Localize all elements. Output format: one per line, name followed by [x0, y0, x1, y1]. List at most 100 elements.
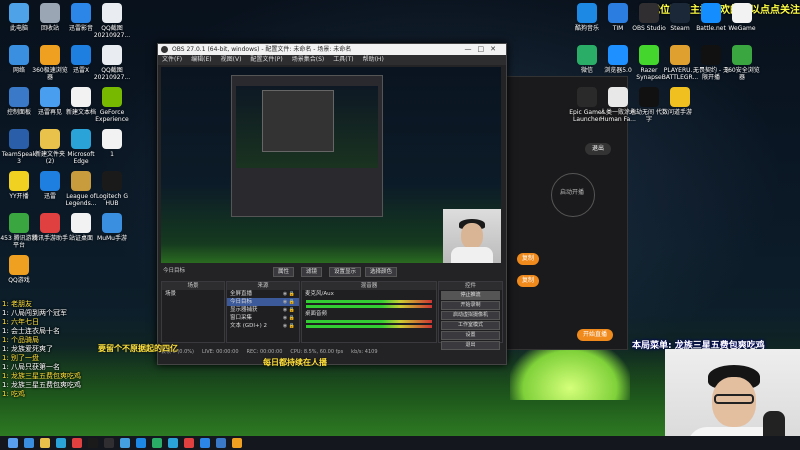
properties-button[interactable]: 属性 — [273, 267, 295, 277]
chat-message: 1: 龙族三星五费包爽吃鸡 — [2, 372, 82, 380]
taskbar-app-icon[interactable] — [72, 438, 82, 448]
taskbar-app-icon[interactable] — [56, 438, 66, 448]
copy-button-2[interactable]: 复制 — [517, 275, 539, 287]
taskbar-app-icon[interactable] — [184, 438, 194, 448]
copy-button-1[interactable]: 复制 — [517, 253, 539, 265]
desktop-icon[interactable]: 1 — [93, 129, 131, 158]
app-icon — [577, 45, 597, 65]
app-icon — [40, 129, 60, 149]
taskbar-app-icon[interactable] — [136, 438, 146, 448]
app-icon — [71, 129, 91, 149]
obs-logo-icon — [161, 46, 168, 53]
app-icon — [9, 129, 29, 149]
app-icon — [608, 3, 628, 23]
desktop-icon[interactable]: GeForce Experience — [93, 87, 131, 123]
cam-shirt — [451, 247, 493, 263]
menu-item[interactable]: 帮助(H) — [363, 55, 384, 65]
filters-button[interactable]: 滤镜 — [301, 267, 323, 277]
visibility-icon[interactable]: ◉ 🔒 — [283, 322, 295, 330]
mixer-meter — [306, 305, 432, 308]
menu-item[interactable]: 视图(V) — [221, 55, 242, 65]
desktop-icon[interactable]: MuMu手游 — [93, 213, 131, 242]
taskbar-app-icon[interactable] — [24, 438, 34, 448]
desktop-icon-label: GeForce Experience — [95, 109, 129, 123]
app-icon — [639, 87, 659, 107]
taskbar-app-icon[interactable] — [168, 438, 178, 448]
desktop-icon[interactable]: QQ截图20210927... — [93, 3, 131, 39]
app-icon — [9, 255, 29, 275]
taskbar-app-icon[interactable] — [120, 438, 130, 448]
taskbar-app-icon[interactable] — [216, 438, 226, 448]
source-item[interactable]: 全屏直播 ◉ 🔒 — [227, 290, 299, 298]
app-icon — [71, 213, 91, 233]
menu-item[interactable]: 编辑(E) — [191, 55, 211, 65]
chat-message: 1: 八局只获第一名 — [2, 363, 61, 371]
app-icon — [40, 213, 60, 233]
chat-message: 1: 六年七日 — [2, 318, 40, 326]
mixer-track-name: 麦克风/Aux — [305, 291, 334, 297]
app-icon — [670, 3, 690, 23]
source-label: 窗口采集 — [230, 315, 253, 321]
visibility-icon[interactable]: ◉ 🔒 — [283, 314, 295, 322]
app-icon — [71, 171, 91, 191]
menu-item[interactable]: 文件(F) — [162, 55, 182, 65]
app-icon — [102, 213, 122, 233]
menu-item[interactable]: 场景集合(S) — [292, 55, 325, 65]
control-button[interactable]: 设置 — [441, 331, 500, 340]
webcam-glasses — [714, 394, 754, 404]
desktop-icon[interactable]: Logitech G HUB — [93, 171, 131, 207]
app-icon — [102, 171, 122, 191]
source-item[interactable]: 文本 (GDI+) 2 ◉ 🔒 — [227, 322, 299, 330]
app-icon — [670, 45, 690, 65]
app-icon — [102, 3, 122, 23]
obs-title-bar: OBS 27.0.1 (64-bit, windows) - 配置文件: 未命名… — [158, 44, 506, 55]
taskbar-app-icon[interactable] — [104, 438, 114, 448]
control-button[interactable]: 工作室模式 — [441, 321, 500, 330]
status-item: kb/s: 4109 — [351, 349, 378, 355]
chat-message: 1: 吃鸡 — [2, 390, 26, 398]
app-icon — [40, 171, 60, 191]
source-label: 今日目标 — [230, 299, 253, 305]
control-button[interactable]: 开始录制 — [441, 301, 500, 310]
app-icon — [701, 45, 721, 65]
desktop-icon[interactable]: WeGame — [723, 3, 761, 32]
app-icon — [9, 213, 29, 233]
desktop-icon[interactable]: QQ游戏 — [0, 255, 38, 284]
taskbar-app-icon[interactable] — [200, 438, 210, 448]
taskbar-app-icon[interactable] — [232, 438, 242, 448]
display-settings-button[interactable]: 设置显示 — [329, 267, 362, 277]
mixer-header: 混音器 — [302, 282, 436, 290]
desktop-icon[interactable]: 360安全浏览器 — [723, 45, 761, 81]
start-live-button[interactable]: 开始直播 — [577, 329, 613, 341]
source-label: 显示器捕获 — [230, 307, 258, 313]
app-icon — [670, 87, 690, 107]
exit-button[interactable]: 退出 — [585, 143, 611, 155]
status-item: CPU: 8.5%, 60.00 fps — [290, 349, 344, 355]
window-controls[interactable]: —□✕ — [465, 44, 502, 55]
start-button-icon[interactable] — [8, 438, 18, 448]
source-item[interactable]: 窗口采集 ◉ 🔒 — [227, 314, 299, 322]
visibility-icon[interactable]: ◉ 🔒 — [283, 298, 295, 306]
taskbar-app-icon[interactable] — [152, 438, 162, 448]
sources-dock: 来源 全屏直播 ◉ 🔒 今日目标 ◉ 🔒 显示器捕获 ◉ 🔒 窗口采集 ◉ 🔒 文本 (GDI+… — [226, 281, 300, 343]
control-button[interactable]: 停止推流 — [441, 291, 500, 300]
visibility-icon[interactable]: ◉ 🔒 — [283, 290, 295, 298]
scene-item[interactable]: 场景 — [162, 290, 224, 298]
taskbar-app-icon[interactable] — [40, 438, 50, 448]
source-item[interactable]: 今日目标 ◉ 🔒 — [227, 298, 299, 306]
app-icon — [102, 129, 122, 149]
obs-window: OBS 27.0.1 (64-bit, windows) - 配置文件: 未命名… — [157, 43, 507, 365]
mixer-track-name: 桌面音频 — [305, 311, 328, 317]
desktop-icon[interactable]: QQ截图20210927... — [93, 45, 131, 81]
app-icon — [9, 45, 29, 65]
source-item[interactable]: 显示器捕获 ◉ 🔒 — [227, 306, 299, 314]
visibility-icon[interactable]: ◉ 🔒 — [283, 306, 295, 314]
select-color-button[interactable]: 选择颜色 — [365, 267, 398, 277]
scenes-header: 场景 — [162, 282, 224, 290]
desktop-icon[interactable]: 问道手游 — [661, 87, 699, 116]
taskbar-app-icon[interactable] — [88, 438, 98, 448]
control-button[interactable]: 启动虚拟摄像机 — [441, 311, 500, 320]
menu-item[interactable]: 工具(T) — [333, 55, 353, 65]
menu-item[interactable]: 配置文件(P) — [250, 55, 282, 65]
desktop-icon-label: QQ游戏 — [8, 277, 30, 284]
